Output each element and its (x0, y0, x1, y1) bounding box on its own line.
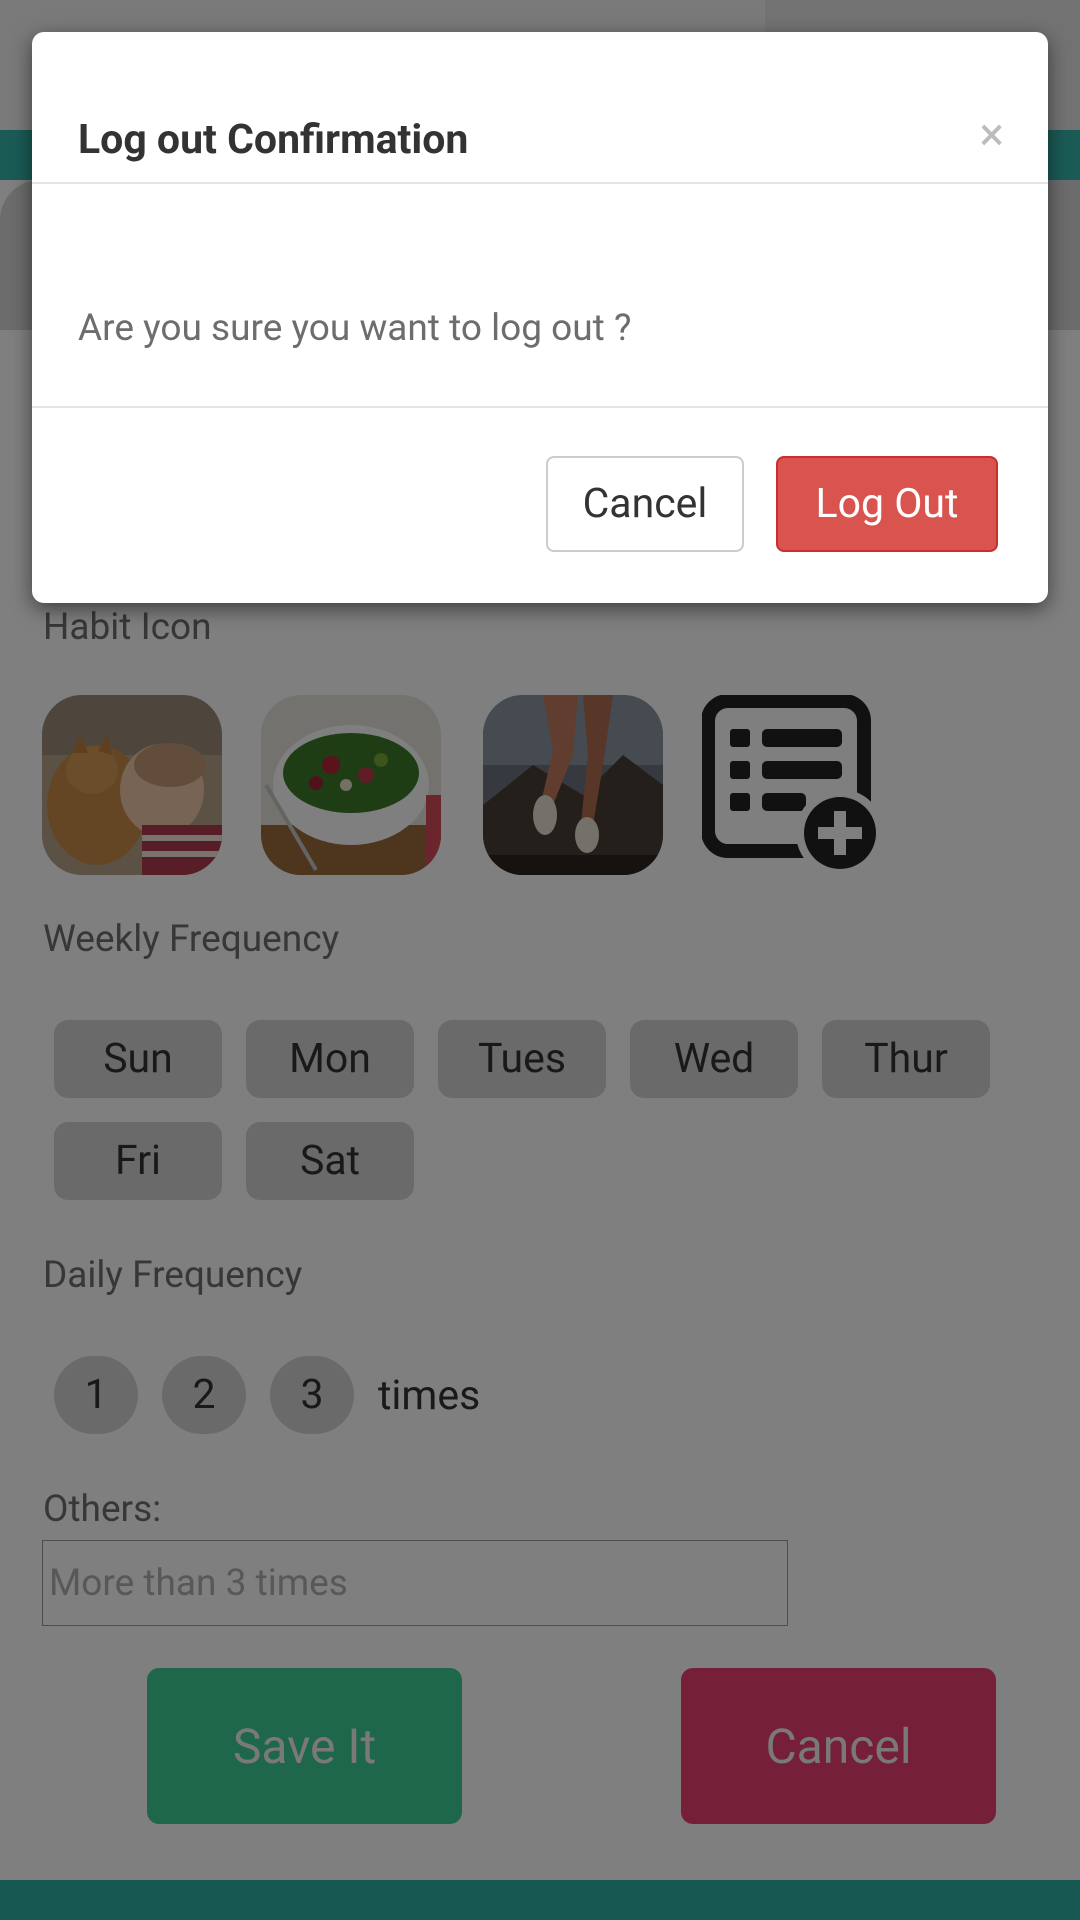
logout-confirmation-dialog: Log out Confirmation × Are you sure you … (32, 32, 1048, 603)
dialog-title: Log out Confirmation (78, 116, 469, 164)
close-icon[interactable]: × (979, 112, 1004, 158)
dialog-footer-divider (32, 406, 1048, 408)
logout-button[interactable]: Log Out (776, 456, 998, 552)
dialog-header-divider (32, 182, 1048, 184)
dialog-cancel-button[interactable]: Cancel (546, 456, 744, 552)
dialog-message: Are you sure you want to log out ? (78, 307, 632, 350)
